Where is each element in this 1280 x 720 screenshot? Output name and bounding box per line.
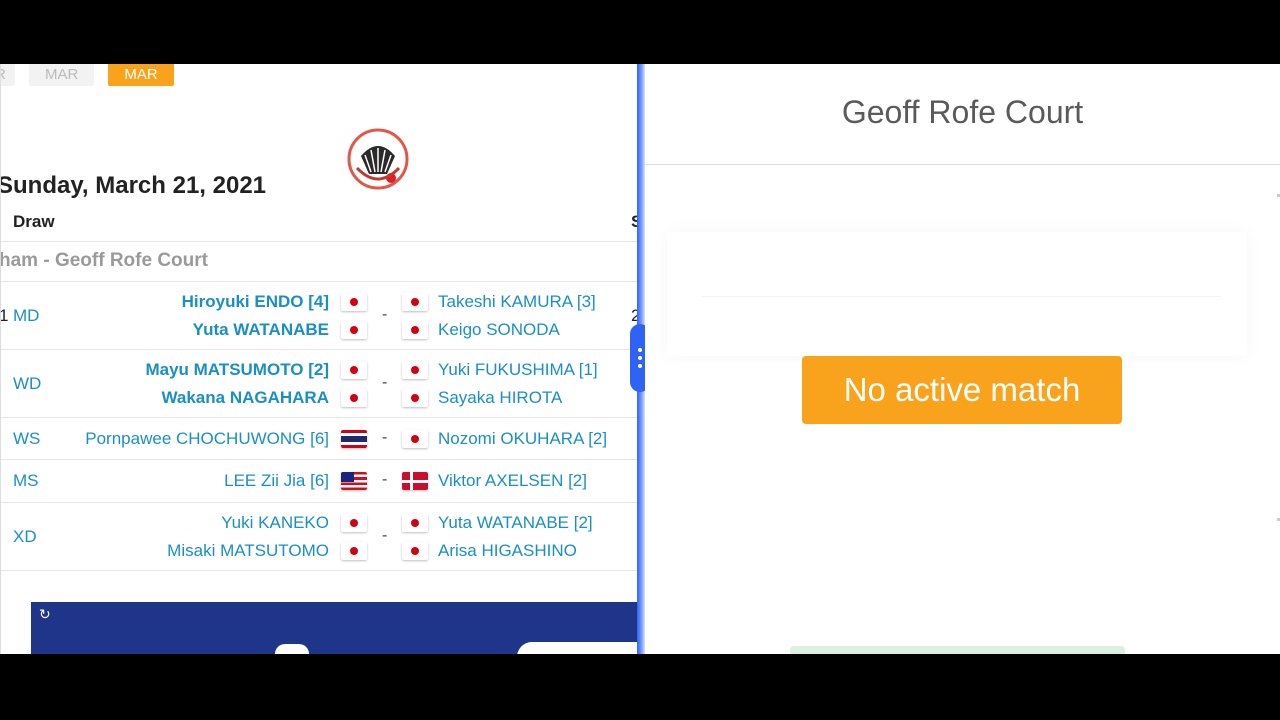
japan-flag-icon	[341, 361, 367, 379]
match-row: MS LEE Zii Jia [6] - Viktor AXELSEN [2]	[1, 460, 638, 502]
date-tab-active[interactable]: MAR	[108, 64, 174, 86]
player-link[interactable]: Takeshi KAMURA [3]	[438, 292, 596, 312]
event-code[interactable]: WS	[13, 429, 40, 449]
shuttlecock-logo-icon	[347, 128, 409, 190]
player-link[interactable]: LEE Zii Jia [6]	[224, 471, 329, 491]
match-number: 1	[1, 306, 8, 326]
player-link[interactable]: Misaki MATSUTOMO	[167, 541, 329, 561]
column-header-draw: Draw	[13, 212, 55, 231]
date-tabs: R MAR MAR	[1, 64, 174, 86]
ad-banner[interactable]: ↻	[31, 602, 638, 654]
japan-flag-icon	[402, 389, 428, 407]
event-code[interactable]: MS	[13, 471, 39, 491]
japan-flag-icon	[402, 293, 428, 311]
schedule-pane: R MAR MAR Sunday, March 21, 2021 Draw S …	[0, 64, 638, 654]
japan-flag-icon	[341, 321, 367, 339]
match-row: WS Pornpawee CHOCHUWONG [6] - Nozomi OKU…	[1, 418, 638, 460]
denmark-flag-icon	[402, 472, 428, 490]
japan-flag-icon	[341, 514, 367, 532]
japan-flag-icon	[402, 514, 428, 532]
malaysia-flag-icon	[341, 472, 367, 490]
event-code[interactable]: XD	[13, 527, 37, 547]
player-link[interactable]: Nozomi OKUHARA [2]	[438, 429, 607, 449]
court-group-header: ham - Geoff Rofe Court	[0, 250, 208, 271]
divider	[645, 164, 1280, 165]
versus-dash: -	[382, 374, 388, 391]
player-link[interactable]: Mayu MATSUMOTO [2]	[145, 360, 329, 380]
player-link[interactable]: Arisa HIGASHINO	[438, 541, 577, 561]
status-badge: No active match	[802, 356, 1122, 424]
player-link[interactable]: Hiroyuki ENDO [4]	[182, 292, 329, 312]
player-link[interactable]: Sayaka HIROTA	[438, 388, 562, 408]
divider	[1, 241, 638, 242]
date-tab[interactable]: MAR	[29, 64, 95, 86]
japan-flag-icon	[402, 430, 428, 448]
versus-dash: -	[382, 429, 388, 446]
player-link[interactable]: Pornpawee CHOCHUWONG [6]	[85, 429, 329, 449]
player-link[interactable]: Keigo SONODA	[438, 320, 560, 340]
event-code[interactable]: WD	[13, 374, 41, 394]
court-pane: Geoff Rofe Court No active match	[645, 64, 1280, 654]
bottom-bar	[790, 646, 1125, 654]
banner-graphic	[275, 644, 309, 654]
match-row: WD Mayu MATSUMOTO [2] Wakana NAGAHARA - …	[1, 350, 638, 418]
banner-button[interactable]	[517, 642, 638, 654]
divider	[701, 296, 1221, 297]
scoreboard-placeholder	[667, 232, 1247, 356]
event-code[interactable]: MD	[13, 306, 39, 326]
player-link[interactable]: Viktor AXELSEN [2]	[438, 471, 587, 491]
player-link[interactable]: Yuta WATANABE [2]	[438, 513, 593, 533]
player-link[interactable]: Yuki FUKUSHIMA [1]	[438, 360, 598, 380]
refresh-icon[interactable]: ↻	[39, 606, 51, 623]
japan-flag-icon	[341, 542, 367, 560]
day-title: Sunday, March 21, 2021	[0, 172, 267, 199]
court-title: Geoff Rofe Court	[841, 94, 1084, 130]
player-link[interactable]: Wakana NAGAHARA	[161, 388, 329, 408]
versus-dash: -	[382, 527, 388, 544]
japan-flag-icon	[341, 389, 367, 407]
screen-viewport: R MAR MAR Sunday, March 21, 2021 Draw S …	[0, 64, 1280, 654]
japan-flag-icon	[402, 542, 428, 560]
match-row: XD Yuki KANEKO Misaki MATSUTOMO - Yuta W…	[1, 503, 638, 571]
japan-flag-icon	[341, 293, 367, 311]
date-tab[interactable]: R	[1, 64, 15, 86]
versus-dash: -	[382, 471, 388, 488]
thailand-flag-icon	[341, 430, 367, 448]
player-link[interactable]: Yuki KANEKO	[221, 513, 329, 533]
japan-flag-icon	[402, 361, 428, 379]
divider	[1, 570, 638, 571]
versus-dash: -	[382, 306, 388, 323]
japan-flag-icon	[402, 321, 428, 339]
player-link[interactable]: Yuta WATANABE	[193, 320, 329, 340]
match-row: 1 MD Hiroyuki ENDO [4] Yuta WATANABE - T…	[1, 282, 638, 350]
